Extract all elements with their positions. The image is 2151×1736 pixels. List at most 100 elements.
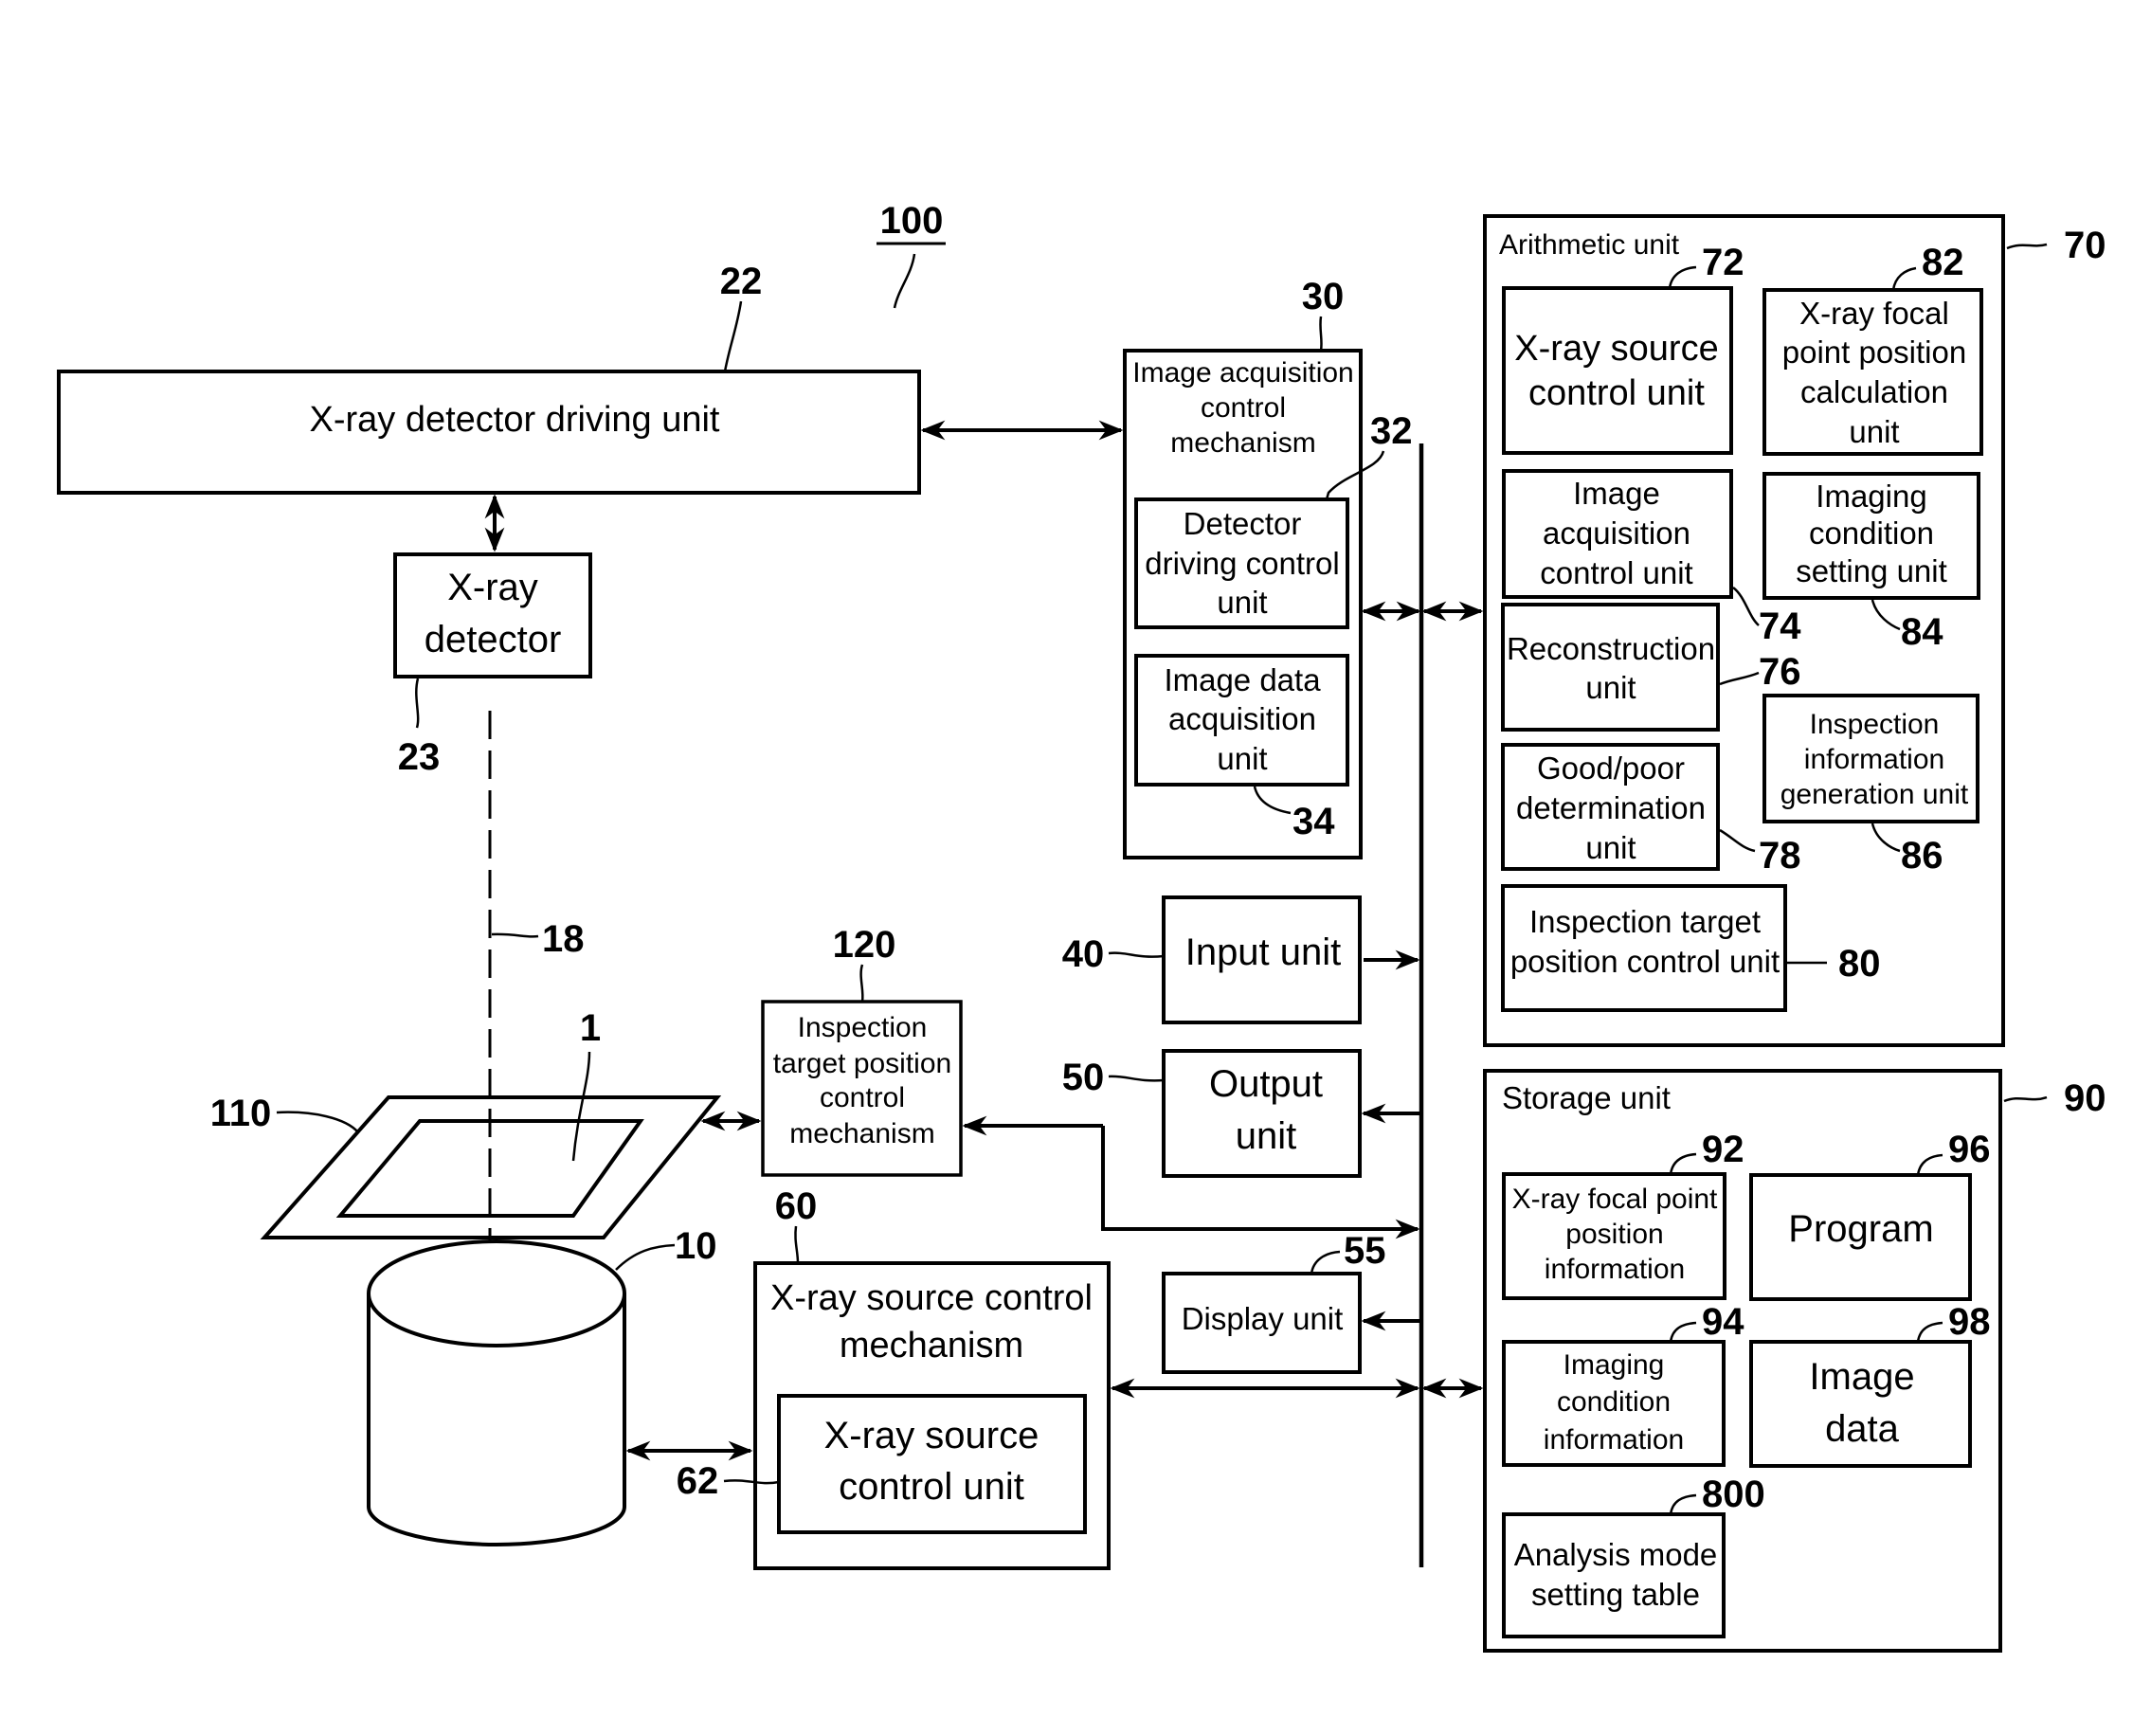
label-line: Good/poor — [1537, 750, 1685, 786]
label-line: control unit — [1540, 555, 1692, 590]
ref-23: 23 — [398, 736, 441, 778]
label-line: determination — [1516, 790, 1706, 825]
label-line: Inspection — [1810, 709, 1940, 740]
label-line: Image — [1809, 1356, 1914, 1398]
ref-74: 74 — [1759, 606, 1801, 647]
xray-detector: X-ray detector 23 — [393, 552, 592, 778]
ref-34: 34 — [1292, 801, 1335, 842]
ref-86: 86 — [1901, 835, 1943, 877]
ref-84: 84 — [1901, 611, 1943, 653]
label-line: Program — [1788, 1208, 1933, 1250]
label-line: control — [820, 1082, 905, 1113]
display-unit-label: Display unit — [1182, 1301, 1344, 1336]
ref-10: 10 — [675, 1225, 717, 1267]
storage-unit: Storage unit 90 X-ray focal point positi… — [1483, 1069, 2106, 1653]
label-line: setting unit — [1796, 553, 1947, 588]
label-line: information — [1804, 744, 1944, 775]
system-reference: 100 — [877, 200, 946, 309]
arithmetic-unit-title: Arithmetic unit — [1499, 229, 1680, 261]
ref-98: 98 — [1948, 1301, 1991, 1343]
label-line: X-ray focal — [1799, 296, 1949, 331]
label-line: unit — [1217, 741, 1267, 776]
label-line: mechanism — [1170, 427, 1315, 459]
block-diagram: 100 X-ray detector driving unit 22 X-ray… — [57, 200, 2106, 1653]
ref-72: 72 — [1702, 242, 1744, 283]
label-line: point position — [1782, 335, 1966, 370]
arithmetic-unit: Arithmetic unit 70 X-ray source control … — [1483, 214, 2106, 1047]
label-line: position — [1565, 1219, 1663, 1250]
inspection-target-position-control-mechanism: Inspection target position control mecha… — [761, 924, 963, 1177]
output-unit: Output unit 50 — [1062, 1049, 1362, 1178]
ref-90: 90 — [2064, 1077, 2106, 1119]
label-line: mechanism — [789, 1118, 934, 1149]
ref-80: 80 — [1838, 943, 1881, 985]
label-line: information — [1544, 1424, 1684, 1456]
ref-96: 96 — [1948, 1129, 1991, 1170]
label-line: Inspection target — [1529, 904, 1761, 939]
ref-94: 94 — [1702, 1301, 1744, 1343]
ref-76: 76 — [1759, 651, 1801, 693]
ref-100: 100 — [880, 200, 944, 242]
label-line: data — [1825, 1408, 1900, 1450]
label-line: X-ray source — [1514, 329, 1718, 369]
label-line: control — [1201, 392, 1286, 424]
label-line: Analysis mode — [1514, 1537, 1718, 1572]
stage: 110 1 — [210, 1007, 722, 1239]
label-line: calculation — [1800, 374, 1948, 409]
label-line: unit — [1236, 1115, 1297, 1157]
label-line: target position — [773, 1048, 951, 1079]
input-unit: Input unit 40 — [1062, 895, 1362, 1024]
label-line: Imaging — [1816, 479, 1926, 514]
label-line: unit — [1849, 414, 1899, 449]
label-line: acquisition — [1543, 515, 1690, 551]
xray-source: 10 — [367, 1225, 717, 1546]
display-unit: Display unit 55 — [1162, 1230, 1386, 1374]
label-line: condition — [1809, 515, 1934, 551]
label-line: setting table — [1531, 1577, 1700, 1612]
label-line: Image data — [1164, 662, 1321, 697]
label-line: Detector — [1184, 506, 1302, 541]
ref-30: 30 — [1302, 276, 1345, 317]
label-line: generation unit — [1780, 779, 1969, 810]
label-line: X-ray source control — [770, 1278, 1093, 1318]
ref-40: 40 — [1062, 933, 1105, 975]
ref-78: 78 — [1759, 835, 1801, 877]
ref-32: 32 — [1370, 410, 1413, 452]
storage-unit-title: Storage unit — [1502, 1080, 1671, 1115]
xray-detector-label-1: X-ray — [447, 567, 538, 608]
label-line: unit — [1217, 585, 1267, 620]
xray-source-control-mechanism: X-ray source control mechanism 60 X-ray … — [677, 1185, 1111, 1570]
label-line: Output — [1209, 1063, 1323, 1105]
label-line: information — [1545, 1254, 1685, 1285]
input-unit-label: Input unit — [1185, 931, 1342, 973]
xray-detector-label-2: detector — [425, 619, 562, 660]
label-line: acquisition — [1168, 701, 1316, 736]
label-line: Image acquisition — [1132, 357, 1353, 389]
xray-detector-driving-unit: X-ray detector driving unit 22 — [57, 261, 921, 495]
ref-62: 62 — [677, 1460, 719, 1502]
label-line: driving control — [1145, 546, 1339, 581]
label-line: position control unit — [1510, 944, 1780, 979]
ref-70: 70 — [2064, 225, 2106, 266]
label-line: condition — [1557, 1386, 1671, 1418]
image-acquisition-control-mechanism: Image acquisition control mechanism 30 D… — [1123, 276, 1413, 859]
ref-50: 50 — [1062, 1057, 1105, 1098]
ref-55: 55 — [1344, 1230, 1386, 1272]
xray-detector-driving-unit-label: X-ray detector driving unit — [310, 400, 720, 440]
label-line: X-ray focal point — [1512, 1184, 1718, 1215]
label-line: unit — [1585, 830, 1636, 865]
label-line: Imaging — [1564, 1349, 1665, 1381]
xray-axis: 18 — [488, 711, 585, 1291]
ref-120: 120 — [833, 924, 896, 966]
label-line: mechanism — [840, 1326, 1023, 1365]
label-line: unit — [1585, 670, 1636, 705]
ref-800: 800 — [1702, 1474, 1765, 1515]
label-line: Image — [1573, 476, 1660, 511]
ref-22: 22 — [720, 261, 763, 302]
label-line: Reconstruction — [1507, 631, 1715, 666]
ref-82: 82 — [1922, 242, 1964, 283]
ref-110: 110 — [210, 1093, 272, 1134]
label-line: control unit — [839, 1466, 1024, 1508]
label-line: Inspection — [798, 1012, 928, 1043]
label-line: X-ray source — [824, 1415, 1039, 1456]
